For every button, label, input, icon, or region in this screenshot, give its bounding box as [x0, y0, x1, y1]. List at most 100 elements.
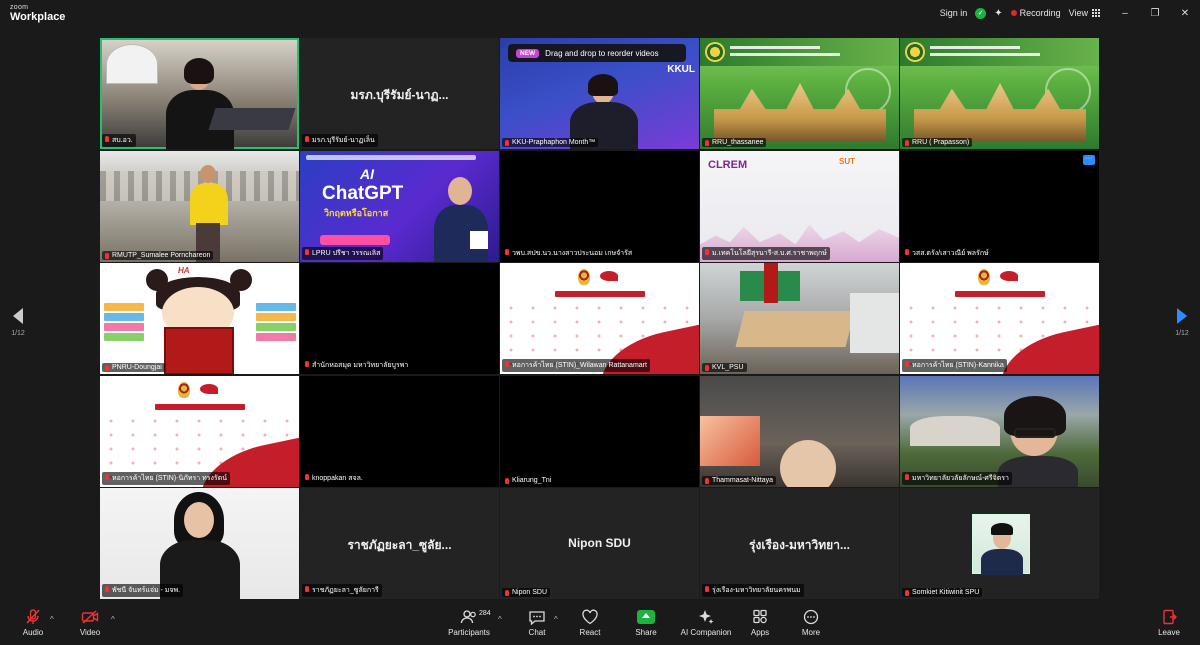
tile-more-options-icon[interactable]: ··· [1083, 155, 1095, 165]
video-tile[interactable]: KVL_PSU [700, 263, 899, 374]
cartoon-book [164, 327, 234, 374]
participant-name: วพบ.สปข.นว.นางสาวประนอม เกษจำรัส [502, 247, 636, 260]
apps-label: Apps [750, 628, 770, 637]
audio-options-caret-icon[interactable]: ^ [50, 615, 54, 624]
person-hair [184, 58, 214, 84]
header-line [730, 46, 820, 49]
video-tile[interactable]: มหาวิทยาลัยวลัยลักษณ์-ศรีจิตรา [900, 376, 1099, 487]
participant-name: KVL_PSU [702, 363, 747, 372]
qr-code-icon [470, 231, 488, 249]
stin-seal-icon [177, 382, 190, 398]
monitor-glow [700, 416, 760, 466]
header-line [730, 53, 840, 56]
video-tile[interactable]: NEW Drag and drop to reorder videos KKUL… [500, 38, 699, 149]
share-label: Share [635, 628, 657, 637]
participant-name: มหาวิทยาลัยวลัยลักษณ์-ศรีจิตรา [902, 472, 1012, 485]
rru-header [700, 38, 899, 66]
video-tile[interactable]: รุ่งเรือง-มหาวิทยา... รุ่งเรือง-มหาวิทยา… [700, 488, 899, 599]
book-stack [104, 333, 144, 341]
rru-header [900, 38, 1099, 66]
umbrella-shape [100, 38, 160, 108]
campus-building [910, 416, 1000, 446]
book-stack [256, 303, 296, 311]
more-icon [803, 609, 819, 625]
poster-subtitle: วิกฤตหรือโอกาส [324, 208, 389, 218]
chevron-left-icon [13, 308, 23, 324]
prev-page-button[interactable]: 1/12 [3, 308, 33, 337]
more-button[interactable]: More [776, 609, 846, 637]
sign-in-link[interactable]: Sign in [940, 8, 968, 18]
glasses-icon [1014, 428, 1056, 438]
participant-name: มรภ.บุรีรัมย์-นาฏเล็น [302, 134, 378, 147]
video-tile[interactable]: หอการค้าไทย (STIN)-Kannika [900, 263, 1099, 374]
participant-name: knoppakan สจล. [302, 472, 366, 485]
leave-button[interactable]: Leave [1134, 609, 1200, 637]
top-right-controls: Sign in ✓ ✦ Recording View – ❐ ✕ [932, 0, 1190, 26]
video-tile[interactable]: RRU ( Prapasson) [900, 38, 1099, 149]
video-tile[interactable]: Thammasat-Nittaya [700, 376, 899, 487]
minimize-icon[interactable]: – [1120, 8, 1130, 19]
top-bar: zoom Workplace Sign in ✓ ✦ Recording Vie… [0, 0, 1200, 26]
video-tile[interactable]: knoppakan สจล. [300, 376, 499, 487]
record-dot-icon [1010, 10, 1017, 16]
ai-sparkle-icon [699, 610, 714, 624]
video-tile[interactable]: Somkiet Kitiwinit SPU [900, 488, 1099, 599]
header-line [930, 46, 1020, 49]
video-tile[interactable]: มรภ.บุรีรัมย์-นาฏ... มรภ.บุรีรัมย์-นาฏเล… [300, 38, 499, 149]
video-off-icon [81, 610, 99, 624]
view-button[interactable]: View [1069, 8, 1100, 18]
book-stack [104, 323, 144, 331]
app-brand: zoom Workplace [10, 4, 65, 23]
video-tile[interactable]: AI ChatGPT วิกฤตหรือโอกาส LPRU ปรีชา วรร… [300, 151, 499, 262]
heart-icon [582, 609, 598, 625]
video-tile[interactable]: หอการค้าไทย (STIN)-นิภัทรา ทรงรัตน์ [100, 376, 299, 487]
stin-mark-icon [999, 271, 1018, 281]
video-tile[interactable]: ··· วสส.ตรัง/เสาวณีย์ พลรักษ์ [900, 151, 1099, 262]
restore-icon[interactable]: ❐ [1150, 8, 1160, 19]
close-icon[interactable]: ✕ [1180, 8, 1190, 19]
video-tile[interactable]: RMUTP_Sumalee Pornchareon [100, 151, 299, 262]
kku-overlay-text: KKUL [667, 64, 695, 75]
brand-zoom: zoom [10, 4, 29, 11]
book-stack [104, 313, 144, 321]
video-tile[interactable]: พัชนี จันทร์แจ่ม - มจพ. [100, 488, 299, 599]
video-tile[interactable]: หอการค้าไทย (STIN)_Wilawan Rattanamart [500, 263, 699, 374]
video-tile[interactable]: สบ.อว. [100, 38, 299, 149]
stin-banner [954, 291, 1045, 297]
person-hair [588, 74, 618, 96]
poster-title: ChatGPT [322, 183, 404, 204]
video-tile[interactable]: วพบ.สปข.นว.นางสาวประนอม เกษจำรัส [500, 151, 699, 262]
participants-button[interactable]: Participants [434, 609, 504, 637]
reorder-banner-text: Drag and drop to reorder videos [545, 48, 659, 58]
video-tile[interactable]: สำนักหอสมุด มหาวิทยาลัยบูรพา [300, 263, 499, 374]
poster-header [306, 155, 476, 160]
next-page-button[interactable]: 1/12 [1167, 308, 1197, 337]
participants-label: Participants [448, 628, 490, 637]
participant-center-name: Nipon SDU [568, 536, 631, 550]
video-tile[interactable]: CLREM SUT ม.เทคโนโลยีสุรนารี-ส.บ.ศ.ราชาพ… [700, 151, 899, 262]
video-tile[interactable]: RRU_thassanee [700, 38, 899, 149]
sparkle-icon[interactable]: ✦ [994, 8, 1002, 19]
video-tile[interactable]: Nipon SDU Nipon SDU [500, 488, 699, 599]
person-body [981, 549, 1023, 575]
ai-companion-label: AI Companion [680, 628, 732, 637]
chat-icon [529, 611, 545, 625]
leave-icon [1163, 609, 1177, 625]
video-tile[interactable]: Kliarung_Tni [500, 376, 699, 487]
ha-text: HA [178, 266, 190, 275]
video-options-caret-icon[interactable]: ^ [111, 615, 115, 624]
book-stack [256, 333, 296, 341]
header-line [930, 53, 1040, 56]
university-seal-icon [905, 42, 925, 62]
shield-check-icon[interactable]: ✓ [975, 7, 987, 19]
recording-indicator[interactable]: Recording [1010, 8, 1061, 18]
video-tile[interactable]: HA PNRU-Doungjai [100, 263, 299, 374]
stin-seal-icon [577, 269, 590, 285]
participant-center-name: รุ่งเรือง-มหาวิทยา... [749, 538, 850, 552]
page-indicator-left: 1/12 [11, 330, 25, 337]
meeting-toolbar: Audio ^ Video ^ Participants 284 ^ Chat … [0, 605, 1200, 645]
participant-name: RMUTP_Sumalee Pornchareon [102, 251, 214, 260]
participant-name: Kliarung_Tni [502, 476, 555, 485]
recording-label: Recording [1019, 8, 1061, 18]
video-tile[interactable]: ราชภัฏยะลา_ซูลัย... ราชภัฏยะลา_ซูลัยการี [300, 488, 499, 599]
